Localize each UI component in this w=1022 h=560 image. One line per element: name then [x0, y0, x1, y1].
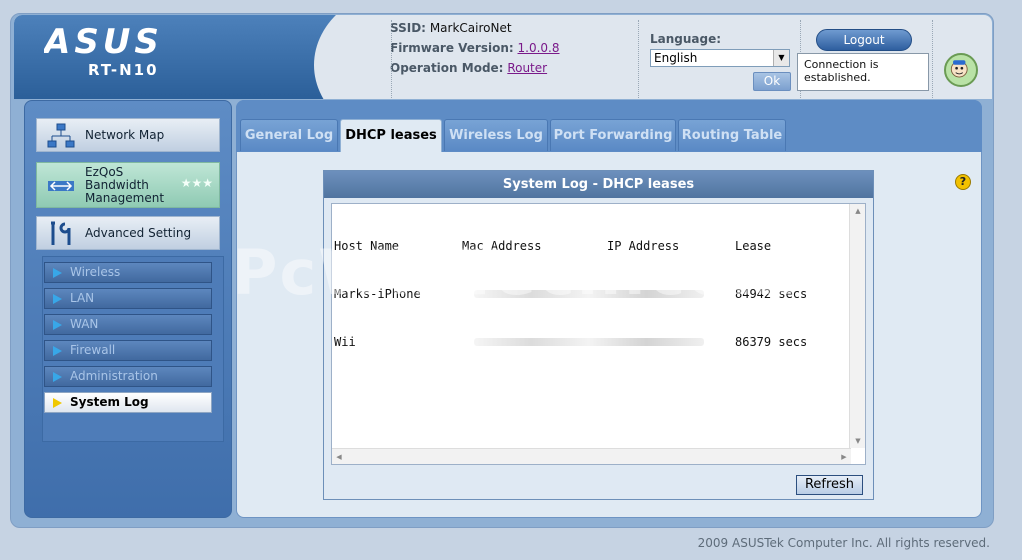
svg-text:ASUS: ASUS [44, 23, 163, 57]
sidebar-item-label: WAN [70, 317, 99, 331]
sidebar-item-label: EzQoS Bandwidth Management [85, 164, 165, 205]
logout-button[interactable]: Logout [816, 29, 912, 51]
table-row: Wii 86379 secs [334, 334, 848, 350]
sidebar-item-wireless[interactable]: Wireless [44, 262, 212, 283]
vertical-scrollbar[interactable]: ▲ ▼ [849, 204, 865, 448]
tab-dhcp-leases[interactable]: DHCP leases [340, 119, 442, 152]
sidebar-item-lan[interactable]: LAN [44, 288, 212, 309]
arrow-right-icon [53, 268, 62, 278]
language-ok-button[interactable]: Ok [753, 72, 791, 91]
connection-status: Connection is established. [797, 53, 929, 91]
copyright-footer: 2009 ASUSTek Computer Inc. All rights re… [697, 536, 990, 550]
sidebar-item-firewall[interactable]: Firewall [44, 340, 212, 361]
lease-cell: 86379 secs [735, 335, 808, 349]
sidebar-item-label: System Log [70, 395, 149, 409]
scroll-down-icon[interactable]: ▼ [850, 434, 866, 448]
horizontal-scrollbar[interactable]: ◀ ▶ [332, 448, 851, 464]
sidebar-item-advanced-setting[interactable]: Advanced Setting [36, 216, 220, 250]
sidebar-item-label: LAN [70, 291, 95, 305]
tab-wireless-log[interactable]: Wireless Log [444, 119, 548, 151]
mode-link[interactable]: Router [507, 61, 547, 75]
ssid-label: SSID: [390, 21, 426, 35]
tab-routing-table[interactable]: Routing Table [678, 119, 786, 151]
sidebar-item-label-line: EzQoS [85, 164, 124, 179]
mode-label: Operation Mode: [390, 61, 504, 75]
ssid-value: MarkCairoNet [429, 21, 512, 35]
tab-general-log[interactable]: General Log [240, 119, 338, 151]
sidebar-item-label: Wireless [70, 265, 121, 279]
divider [391, 20, 392, 98]
watermark: PcWinTech.com [232, 236, 799, 309]
connection-status-line: Connection is [804, 58, 879, 71]
sidebar-item-label: Advanced Setting [85, 226, 192, 240]
sidebar-item-label-line: Management [85, 190, 165, 205]
tools-icon [51, 221, 71, 245]
language-label: Language: [650, 32, 722, 46]
model-name: RT-N10 [88, 61, 159, 79]
language-value: English [654, 51, 698, 65]
divider [638, 20, 639, 98]
arrow-right-icon [53, 320, 62, 330]
scroll-right-icon[interactable]: ▶ [837, 449, 851, 465]
chevron-down-icon[interactable]: ▼ [773, 50, 789, 66]
arrow-right-icon [53, 346, 62, 356]
sidebar-item-system-log[interactable]: System Log [44, 392, 212, 413]
sidebar-item-label-line: Bandwidth [85, 177, 149, 192]
scroll-left-icon[interactable]: ◀ [332, 449, 346, 465]
arrow-right-icon [53, 398, 62, 408]
scroll-up-icon[interactable]: ▲ [850, 204, 866, 218]
sidebar-item-wan[interactable]: WAN [44, 314, 212, 335]
status-avatar-icon [944, 53, 978, 87]
tab-port-forwarding[interactable]: Port Forwarding [550, 119, 676, 151]
asus-logo-icon: ASUS [44, 23, 163, 57]
stars-icon: ★★★ [180, 176, 213, 190]
sidebar-item-administration[interactable]: Administration [44, 366, 212, 387]
redacted-mac-ip [474, 338, 704, 346]
firmware-label: Firmware Version: [390, 41, 514, 55]
language-select[interactable]: English ▼ [650, 49, 790, 67]
sidebar-item-label: Firewall [70, 343, 116, 357]
router-info: SSID: MarkCairoNet Firmware Version: 1.0… [390, 18, 560, 78]
network-map-icon [47, 123, 75, 148]
sidebar-item-label: Network Map [85, 128, 165, 142]
help-icon[interactable]: ? [955, 174, 971, 190]
divider [932, 20, 933, 98]
host-name-cell: Wii [334, 335, 356, 349]
connection-status-line: established. [804, 71, 871, 84]
arrow-right-icon [53, 372, 62, 382]
log-title: System Log - DHCP leases [324, 171, 873, 198]
sidebar-item-network-map[interactable]: Network Map [36, 118, 220, 152]
firmware-link[interactable]: 1.0.0.8 [518, 41, 560, 55]
sidebar-item-label: Administration [70, 369, 158, 383]
arrow-right-icon [53, 294, 62, 304]
sidebar-item-ezqos[interactable]: EzQoS Bandwidth Management ★★★ [36, 162, 220, 208]
bandwidth-icon [48, 181, 74, 191]
refresh-button[interactable]: Refresh [796, 475, 863, 495]
